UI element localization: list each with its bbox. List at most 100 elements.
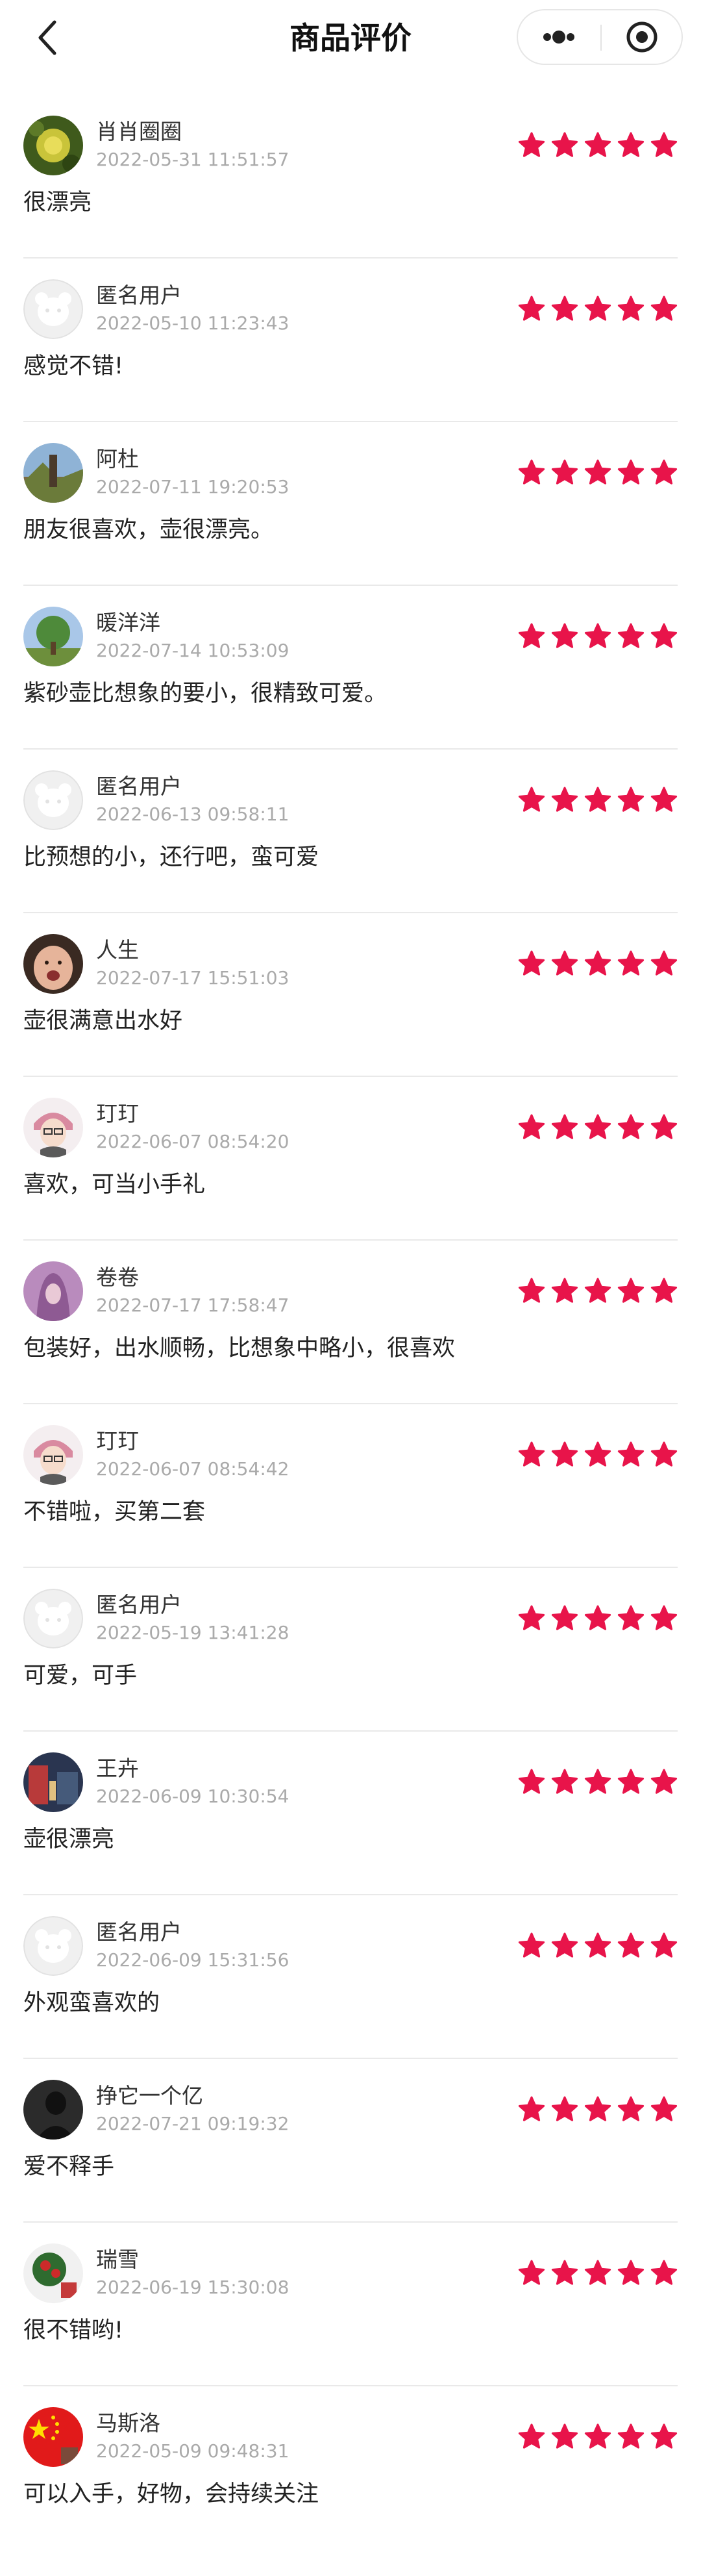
avatar — [23, 2243, 83, 2303]
star-icon — [650, 787, 678, 812]
star-icon — [584, 2423, 611, 2449]
rating-stars — [512, 459, 678, 489]
reviewer-name: 肖肖圈圈 — [96, 119, 182, 144]
star-icon — [584, 2096, 611, 2121]
star-icon — [650, 1114, 678, 1139]
star-icon — [584, 950, 611, 976]
avatar — [23, 279, 83, 339]
star-icon — [551, 950, 578, 976]
review-divider — [23, 1076, 678, 1077]
star-icon — [584, 787, 611, 812]
avatar — [23, 1098, 83, 1157]
star-icon — [584, 132, 611, 157]
star-icon — [551, 1114, 578, 1139]
review-content: 紫砂壶比想象的要小，很精致可爱。 — [23, 681, 387, 707]
star-icon — [551, 1278, 578, 1303]
avatar — [23, 443, 83, 503]
star-icon — [650, 2423, 678, 2449]
review-divider — [23, 912, 678, 913]
star-icon — [551, 1769, 578, 1794]
rating-stars — [512, 2260, 678, 2290]
rating-stars — [512, 787, 678, 816]
review-time: 2022-06-07 08:54:20 — [96, 1131, 289, 1152]
star-icon — [584, 1278, 611, 1303]
review-content: 不错啦，买第二套 — [23, 1499, 206, 1525]
review-divider — [23, 585, 678, 586]
star-icon — [584, 1605, 611, 1630]
rating-stars — [512, 2423, 678, 2453]
reviewer-name: 匿名用户 — [96, 1592, 182, 1617]
review-time: 2022-06-19 15:30:08 — [96, 2277, 289, 2298]
review-item: 匿名用户 2022-06-13 09:58:11 比预想的小，还行吧，蛮可爱 — [23, 753, 678, 920]
star-icon — [650, 1278, 678, 1303]
more-menu-button[interactable] — [518, 10, 600, 64]
star-icon — [650, 2096, 678, 2121]
reviewer-name: 匿名用户 — [96, 1919, 182, 1945]
avatar — [23, 116, 83, 175]
star-icon — [584, 1114, 611, 1139]
review-divider — [23, 2058, 678, 2059]
close-miniprogram-button[interactable] — [602, 10, 683, 64]
review-content: 壶很满意出水好 — [23, 1008, 183, 1034]
review-content: 朋友很喜欢，壶很漂亮。 — [23, 517, 274, 543]
review-divider — [23, 1403, 678, 1404]
star-icon — [617, 459, 645, 485]
star-icon — [650, 1769, 678, 1794]
review-content: 很漂亮 — [23, 190, 92, 216]
avatar — [23, 2080, 83, 2140]
review-content: 爱不释手 — [23, 2154, 115, 2180]
reviewer-name: 匿名用户 — [96, 774, 182, 799]
star-icon — [518, 2096, 545, 2121]
rating-stars — [512, 296, 678, 325]
star-icon — [617, 1932, 645, 1958]
rating-stars — [512, 1769, 678, 1799]
review-time: 2022-07-14 10:53:09 — [96, 640, 289, 661]
star-icon — [551, 132, 578, 157]
review-divider — [23, 1730, 678, 1732]
star-icon — [518, 787, 545, 812]
target-icon — [626, 21, 658, 53]
review-content: 感觉不错! — [23, 353, 124, 379]
review-divider — [23, 2221, 678, 2223]
star-icon — [617, 1605, 645, 1630]
review-item: 阿杜 2022-07-11 19:20:53 朋友很喜欢，壶很漂亮。 — [23, 426, 678, 592]
reviewer-name: 暖洋洋 — [96, 610, 160, 635]
star-icon — [518, 1932, 545, 1958]
star-icon — [617, 1441, 645, 1467]
avatar — [23, 1589, 83, 1648]
review-time: 2022-07-17 15:51:03 — [96, 967, 289, 989]
review-content: 喜欢，可当小手礼 — [23, 1172, 206, 1198]
star-icon — [617, 950, 645, 976]
star-icon — [617, 1114, 645, 1139]
reviewer-name: 瑞雪 — [96, 2247, 139, 2272]
star-icon — [650, 1441, 678, 1467]
review-divider — [23, 1567, 678, 1568]
reviewer-name: 阿杜 — [96, 446, 139, 472]
star-icon — [551, 296, 578, 321]
star-icon — [650, 623, 678, 648]
review-item: 马斯洛 2022-05-09 09:48:31 可以入手，好物，会持续关注 — [23, 2390, 678, 2557]
review-item: 匿名用户 2022-05-10 11:23:43 感觉不错! — [23, 262, 678, 429]
avatar — [23, 1916, 83, 1976]
review-time: 2022-06-13 09:58:11 — [96, 803, 289, 825]
star-icon — [551, 1932, 578, 1958]
review-item: 玎玎 2022-06-07 08:54:42 不错啦，买第二套 — [23, 1408, 678, 1574]
star-icon — [617, 2423, 645, 2449]
reviewer-name: 匿名用户 — [96, 283, 182, 308]
rating-stars — [512, 1278, 678, 1307]
star-icon — [584, 1769, 611, 1794]
avatar — [23, 1752, 83, 1812]
review-time: 2022-07-11 19:20:53 — [96, 476, 289, 498]
star-icon — [551, 2096, 578, 2121]
star-icon — [518, 1114, 545, 1139]
review-time: 2022-06-07 08:54:42 — [96, 1458, 289, 1480]
review-time: 2022-05-09 09:48:31 — [96, 2440, 289, 2462]
star-icon — [551, 623, 578, 648]
review-item: 人生 2022-07-17 15:51:03 壶很满意出水好 — [23, 917, 678, 1083]
star-icon — [584, 2260, 611, 2285]
star-icon — [551, 459, 578, 485]
review-time: 2022-05-10 11:23:43 — [96, 312, 289, 334]
star-icon — [518, 950, 545, 976]
avatar — [23, 934, 83, 994]
rating-stars — [512, 132, 678, 162]
